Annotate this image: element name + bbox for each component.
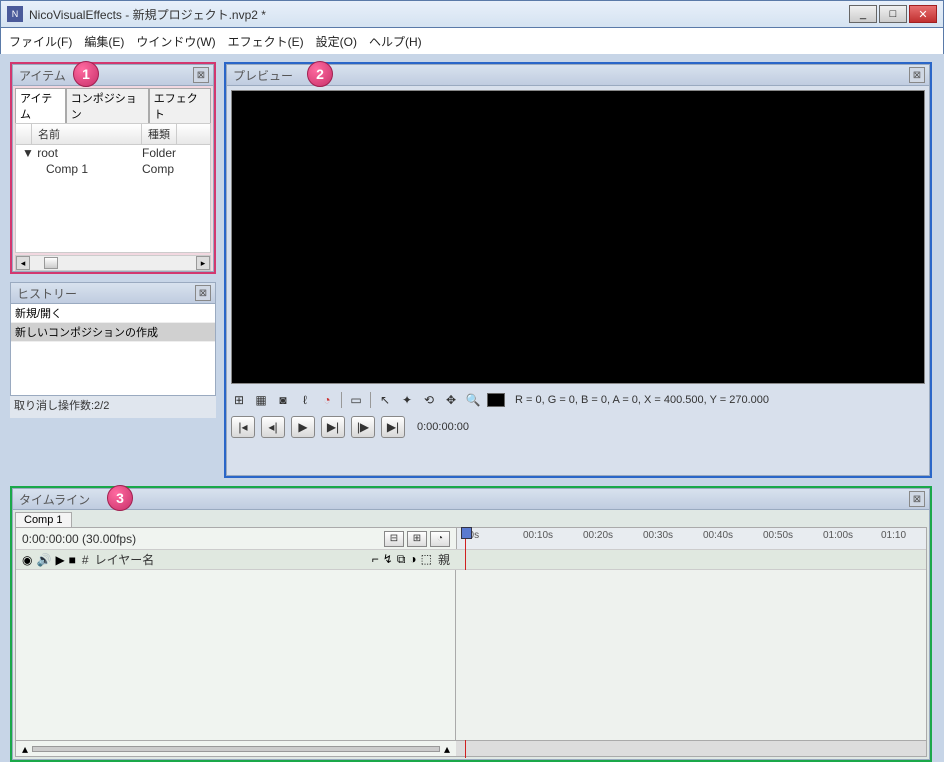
history-panel-close[interactable]: ⊠ — [195, 285, 211, 301]
preview-panel: プレビュー ⊠ 2 ⊞ ▦ ◙ ℓ ◔ ▭ ↖ ✦ ⟲ ✥ 🔍 R = 0, G — [224, 62, 932, 478]
history-item[interactable]: 新しいコンポジションの作成 — [11, 323, 215, 342]
history-panel-title: ヒストリー ⊠ — [10, 282, 216, 304]
history-panel: ヒストリー ⊠ 新規/開く 新しいコンポジションの作成 取り消し操作数:2/2 — [10, 282, 216, 418]
mask-icon[interactable]: ℓ — [297, 392, 313, 408]
timeline-panel-label: タイムライン — [19, 491, 90, 508]
3d-icon[interactable]: ⬚ — [421, 552, 432, 567]
bg-color-swatch[interactable] — [487, 393, 505, 407]
motion-icon-2[interactable]: ◑ — [409, 552, 416, 567]
timeline-zoom[interactable]: ▴ ▴ — [16, 741, 456, 756]
items-hscroll[interactable]: ◂ ▸ — [15, 255, 211, 271]
preview-toolbar: ⊞ ▦ ◙ ℓ ◔ ▭ ↖ ✦ ⟲ ✥ 🔍 R = 0, G = 0, B = … — [231, 390, 925, 410]
menu-effect[interactable]: エフェクト(E) — [228, 33, 304, 50]
zoom-slider[interactable] — [32, 746, 440, 752]
preview-panel-title: プレビュー ⊠ 2 — [226, 64, 930, 86]
rotate-icon[interactable]: ⟲ — [421, 392, 437, 408]
play-range-button[interactable]: ▶| — [321, 416, 345, 438]
items-tree[interactable]: 名前 種類 ▼ root Folder Comp 1 Comp — [15, 123, 211, 253]
preview-viewport[interactable] — [231, 90, 925, 384]
speaker-icon[interactable]: 🔊 — [36, 553, 51, 567]
separator — [370, 392, 371, 408]
timeline-tracks-right[interactable] — [456, 570, 926, 740]
tl-opt3-button[interactable]: ◔ — [430, 531, 450, 547]
solo-icon[interactable]: ▶ — [55, 553, 64, 567]
scroll-left-icon[interactable]: ◂ — [16, 256, 30, 270]
menu-window[interactable]: ウインドウ(W) — [136, 33, 215, 50]
timeline-panel-title: タイムライン ⊠ 3 — [12, 488, 930, 510]
app-icon: N — [7, 6, 23, 22]
items-panel: アイテム ⊠ 1 アイテム コンポジション エフェクト 名前 種類 ▼ root… — [10, 62, 216, 274]
menu-settings[interactable]: 設定(O) — [316, 33, 357, 50]
timeline-ruler[interactable]: 00s 00:10s 00:20s 00:30s 00:40s 00:50s 0… — [456, 528, 926, 549]
step-fwd-button[interactable]: |▶ — [351, 416, 375, 438]
badge-1: 1 — [73, 61, 99, 87]
lock-icon[interactable]: ■ — [69, 553, 76, 567]
scroll-thumb[interactable] — [44, 257, 58, 269]
pointer-icon[interactable]: ↖ — [377, 392, 393, 408]
color-icon[interactable]: ◔ — [319, 392, 335, 408]
timeline-tab[interactable]: Comp 1 — [15, 512, 72, 527]
items-panel-close[interactable]: ⊠ — [193, 67, 209, 83]
col-layer: レイヤー名 — [95, 551, 155, 568]
switch-icon[interactable]: ⌐ — [372, 552, 379, 567]
tl-opt1-button[interactable]: ⊟ — [384, 531, 404, 547]
snapshot-icon[interactable]: ◙ — [275, 392, 291, 408]
step-back-button[interactable]: ◂| — [261, 416, 285, 438]
zoom-out-icon[interactable]: ▴ — [22, 742, 28, 756]
hand-icon[interactable]: ✦ — [399, 392, 415, 408]
tree-row[interactable]: ▼ root Folder — [16, 145, 210, 161]
menubar: ファイル(F) 編集(E) ウインドウ(W) エフェクト(E) 設定(O) ヘル… — [0, 28, 944, 54]
tab-composition[interactable]: コンポジション — [66, 88, 149, 124]
play-button[interactable]: ▶ — [291, 416, 315, 438]
tree-row[interactable]: Comp 1 Comp — [16, 161, 210, 177]
grid-icon[interactable]: ⊞ — [231, 392, 247, 408]
safe-zone-icon[interactable]: ▦ — [253, 392, 269, 408]
history-panel-label: ヒストリー — [17, 285, 77, 302]
timeline-panel: タイムライン ⊠ 3 Comp 1 0:00:00:00 (30.00fps) … — [10, 486, 932, 762]
tl-opt2-button[interactable]: ⊞ — [407, 531, 427, 547]
fx-icon[interactable]: ↯ — [383, 552, 393, 567]
go-end-button[interactable]: ▶| — [381, 416, 405, 438]
zoom-in-icon[interactable]: ▴ — [444, 742, 450, 756]
history-footer: 取り消し操作数:2/2 — [10, 396, 216, 414]
col-name[interactable]: 名前 — [32, 124, 142, 144]
tab-effect[interactable]: エフェクト — [149, 88, 211, 124]
history-item[interactable]: 新規/開く — [11, 304, 215, 323]
menu-help[interactable]: ヘルプ(H) — [369, 33, 422, 50]
zoom-icon[interactable]: 🔍 — [465, 392, 481, 408]
preview-panel-label: プレビュー — [233, 67, 293, 84]
items-panel-label: アイテム — [19, 67, 66, 84]
close-button[interactable]: ✕ — [909, 5, 937, 23]
move-icon[interactable]: ✥ — [443, 392, 459, 408]
timeline-timecode[interactable]: 0:00:00:00 (30.00fps) — [22, 532, 136, 546]
col-parent: 親 — [438, 551, 450, 568]
preview-timecode[interactable]: 0:00:00:00 — [417, 421, 469, 433]
preview-panel-close[interactable]: ⊠ — [909, 67, 925, 83]
timeline-panel-close[interactable]: ⊠ — [909, 491, 925, 507]
col-num: # — [82, 553, 89, 567]
window-title: NicoVisualEffects - 新規プロジェクト.nvp2 * — [29, 6, 849, 23]
eye-icon[interactable]: ◉ — [22, 553, 32, 567]
separator — [341, 392, 342, 408]
preview-status: R = 0, G = 0, B = 0, A = 0, X = 400.500,… — [515, 394, 769, 406]
menu-edit[interactable]: 編集(E) — [84, 33, 124, 50]
transport-controls: |◂ ◂| ▶ ▶| |▶ ▶| 0:00:00:00 — [231, 416, 925, 438]
minimize-button[interactable]: _ — [849, 5, 877, 23]
region-icon[interactable]: ▭ — [348, 392, 364, 408]
timeline-hscroll[interactable] — [456, 741, 926, 756]
menu-file[interactable]: ファイル(F) — [9, 33, 72, 50]
badge-3: 3 — [107, 485, 133, 511]
timeline-tracks-left[interactable] — [16, 570, 456, 740]
go-start-button[interactable]: |◂ — [231, 416, 255, 438]
items-panel-title: アイテム ⊠ 1 — [12, 64, 214, 86]
maximize-button[interactable]: □ — [879, 5, 907, 23]
tab-items[interactable]: アイテム — [15, 88, 66, 124]
scroll-right-icon[interactable]: ▸ — [196, 256, 210, 270]
col-type[interactable]: 種類 — [142, 124, 177, 144]
expander-icon[interactable]: ▼ — [22, 146, 34, 160]
badge-2: 2 — [307, 61, 333, 87]
titlebar: N NicoVisualEffects - 新規プロジェクト.nvp2 * _ … — [0, 0, 944, 28]
motion-icon-1[interactable]: ⧉ — [397, 552, 406, 567]
